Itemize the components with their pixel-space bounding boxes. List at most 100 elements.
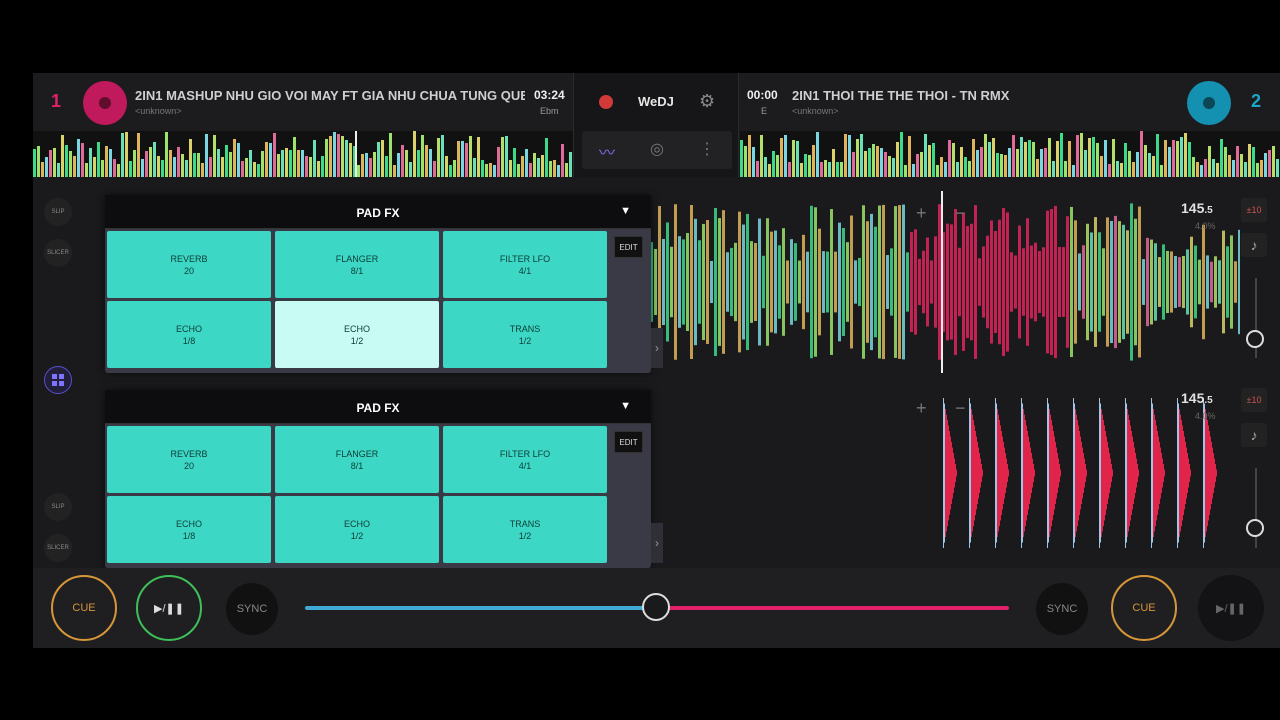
chevron-right-icon[interactable]: ›: [651, 523, 663, 563]
deck2-disc-icon[interactable]: [1187, 81, 1231, 125]
waveform-bar: [730, 247, 733, 317]
waveform-bar: [1215, 464, 1216, 482]
deck2-slip-button[interactable]: SLIP: [44, 493, 72, 521]
waveform-bar: [1190, 469, 1191, 477]
pad-filter-lfo[interactable]: FILTER LFO 4/1: [443, 426, 607, 493]
dropdown-arrow-icon[interactable]: ▼: [620, 400, 631, 412]
waveform-bar: [1212, 447, 1213, 499]
waveform-bar: [1024, 414, 1025, 532]
waveform-bar: [1230, 235, 1233, 329]
deck2-pitch-slider-knob[interactable]: [1246, 519, 1264, 537]
deck1-disc-icon[interactable]: [83, 81, 127, 125]
deck2-zoom-plus-icon[interactable]: +: [916, 398, 927, 419]
crossfader-knob[interactable]: [642, 593, 670, 621]
deck1-sync-button[interactable]: SYNC: [226, 583, 278, 635]
deck1-keylock-note-icon[interactable]: ♪: [1241, 233, 1267, 257]
overview-bar: [441, 134, 444, 177]
deck1-overview[interactable]: [33, 131, 573, 177]
deck1-zoom-plus-icon[interactable]: +: [916, 203, 927, 224]
waveform-icon[interactable]: 〰: [592, 139, 622, 163]
pad-value: 1/2: [518, 336, 532, 346]
waveform-bar: [1134, 218, 1137, 346]
deck2-keylock-note-icon[interactable]: ♪: [1241, 423, 1267, 447]
overview-bar: [465, 142, 468, 177]
pad-flanger[interactable]: FLANGER 8/1: [275, 426, 439, 493]
waveform-bar: [1207, 420, 1208, 526]
waveform-bar: [1138, 469, 1139, 477]
overview-bar: [141, 158, 144, 177]
pad-flanger[interactable]: FLANGER 8/1: [275, 231, 439, 298]
waveform-bar: [1001, 431, 1002, 515]
deck2-play-pause-button[interactable]: ▶/❚❚: [1198, 575, 1264, 641]
waveform-bar: [726, 252, 729, 312]
pad-echo-1-8[interactable]: ECHO 1/8: [107, 496, 271, 563]
record-button[interactable]: [599, 95, 613, 109]
pad-value: 1/2: [518, 531, 532, 541]
edit-button[interactable]: EDIT: [614, 236, 643, 258]
overview-bar: [884, 151, 887, 177]
waveform-bar: [746, 213, 749, 351]
overview-bar: [1240, 154, 1243, 177]
deck1-pitch-range-button[interactable]: ±10: [1241, 198, 1267, 222]
deck2-pitch-range-button[interactable]: ±10: [1241, 388, 1267, 412]
waveform-bar: [1189, 464, 1190, 482]
deck1-slicer-button[interactable]: SLICER: [44, 239, 72, 267]
waveform-bar: [1208, 425, 1209, 521]
pad-trans[interactable]: TRANS 1/2: [443, 301, 607, 368]
pad-mode-grid-icon[interactable]: [44, 366, 72, 394]
pad-reverb[interactable]: REVERB 20: [107, 426, 271, 493]
deck1-slip-button[interactable]: SLIP: [44, 198, 72, 226]
deck2-overview[interactable]: [740, 131, 1280, 177]
overview-bar: [1028, 140, 1031, 177]
pad-echo-1-8[interactable]: ECHO 1/8: [107, 301, 271, 368]
deck2-slicer-button[interactable]: SLICER: [44, 534, 72, 562]
overview-bar: [473, 157, 476, 177]
waveform-bar: [1238, 229, 1240, 335]
deck2-cue-button[interactable]: CUE: [1111, 575, 1177, 641]
pad-echo-1-2-active[interactable]: ECHO 1/2: [275, 301, 439, 368]
deck1-waveform[interactable]: [650, 191, 1240, 373]
pad-echo-1-2[interactable]: ECHO 1/2: [275, 496, 439, 563]
waveform-bar: [1112, 469, 1113, 477]
edit-button[interactable]: EDIT: [614, 431, 643, 453]
waveform-bar: [1000, 425, 1001, 521]
deck2-zoom-minus-icon[interactable]: −: [955, 398, 966, 419]
waveform-bar: [1026, 218, 1029, 346]
deck1-pitch-pct: 4.0%: [1195, 221, 1216, 231]
deck1-cue-button[interactable]: CUE: [51, 575, 117, 641]
padfx-header[interactable]: PAD FX ▼: [105, 390, 651, 424]
waveform-bar: [1202, 224, 1205, 340]
padfx-panel-deck2: PAD FX ▼ REVERB 20 FLANGER 8/1 FILTER LFO 4…: [105, 390, 663, 568]
waveform-bar: [1002, 207, 1005, 357]
padfx-header[interactable]: PAD FX ▼: [105, 195, 651, 229]
pad-trans[interactable]: TRANS 1/2: [443, 496, 607, 563]
dropdown-arrow-icon[interactable]: ▼: [620, 205, 631, 217]
deck1-zoom-minus-icon[interactable]: −: [955, 203, 966, 224]
gear-icon[interactable]: ⚙: [699, 91, 715, 112]
waveform-bar: [1082, 245, 1085, 319]
overview-bar: [493, 164, 496, 177]
waveform-bar: [738, 211, 741, 353]
pad-reverb[interactable]: REVERB 20: [107, 231, 271, 298]
waveform-bar: [682, 239, 685, 325]
deck2-artist: <unknown>: [792, 106, 839, 116]
deck2-sync-button[interactable]: SYNC: [1036, 583, 1088, 635]
overview-bar: [453, 160, 456, 177]
pad-name: FLANGER: [335, 254, 379, 264]
waveform-bar: [1222, 230, 1225, 334]
disc-icon[interactable]: ◎: [642, 139, 672, 159]
overview-bar: [505, 136, 508, 177]
chevron-right-icon[interactable]: ›: [651, 328, 663, 368]
waveform-bar: [978, 447, 979, 499]
overview-bar: [1108, 163, 1111, 177]
pad-filter-lfo[interactable]: FILTER LFO 4/1: [443, 231, 607, 298]
overview-bar: [185, 160, 188, 177]
overview-bar: [872, 144, 875, 177]
eq-icon[interactable]: ⋮: [692, 139, 722, 159]
deck1-pitch-slider-knob[interactable]: [1246, 330, 1264, 348]
waveform-bar: [956, 469, 957, 477]
waveform-bar: [934, 236, 937, 328]
overview-bar: [924, 133, 927, 177]
deck1-play-pause-button[interactable]: ▶/❚❚: [136, 575, 202, 641]
overview-bar: [1176, 140, 1179, 177]
